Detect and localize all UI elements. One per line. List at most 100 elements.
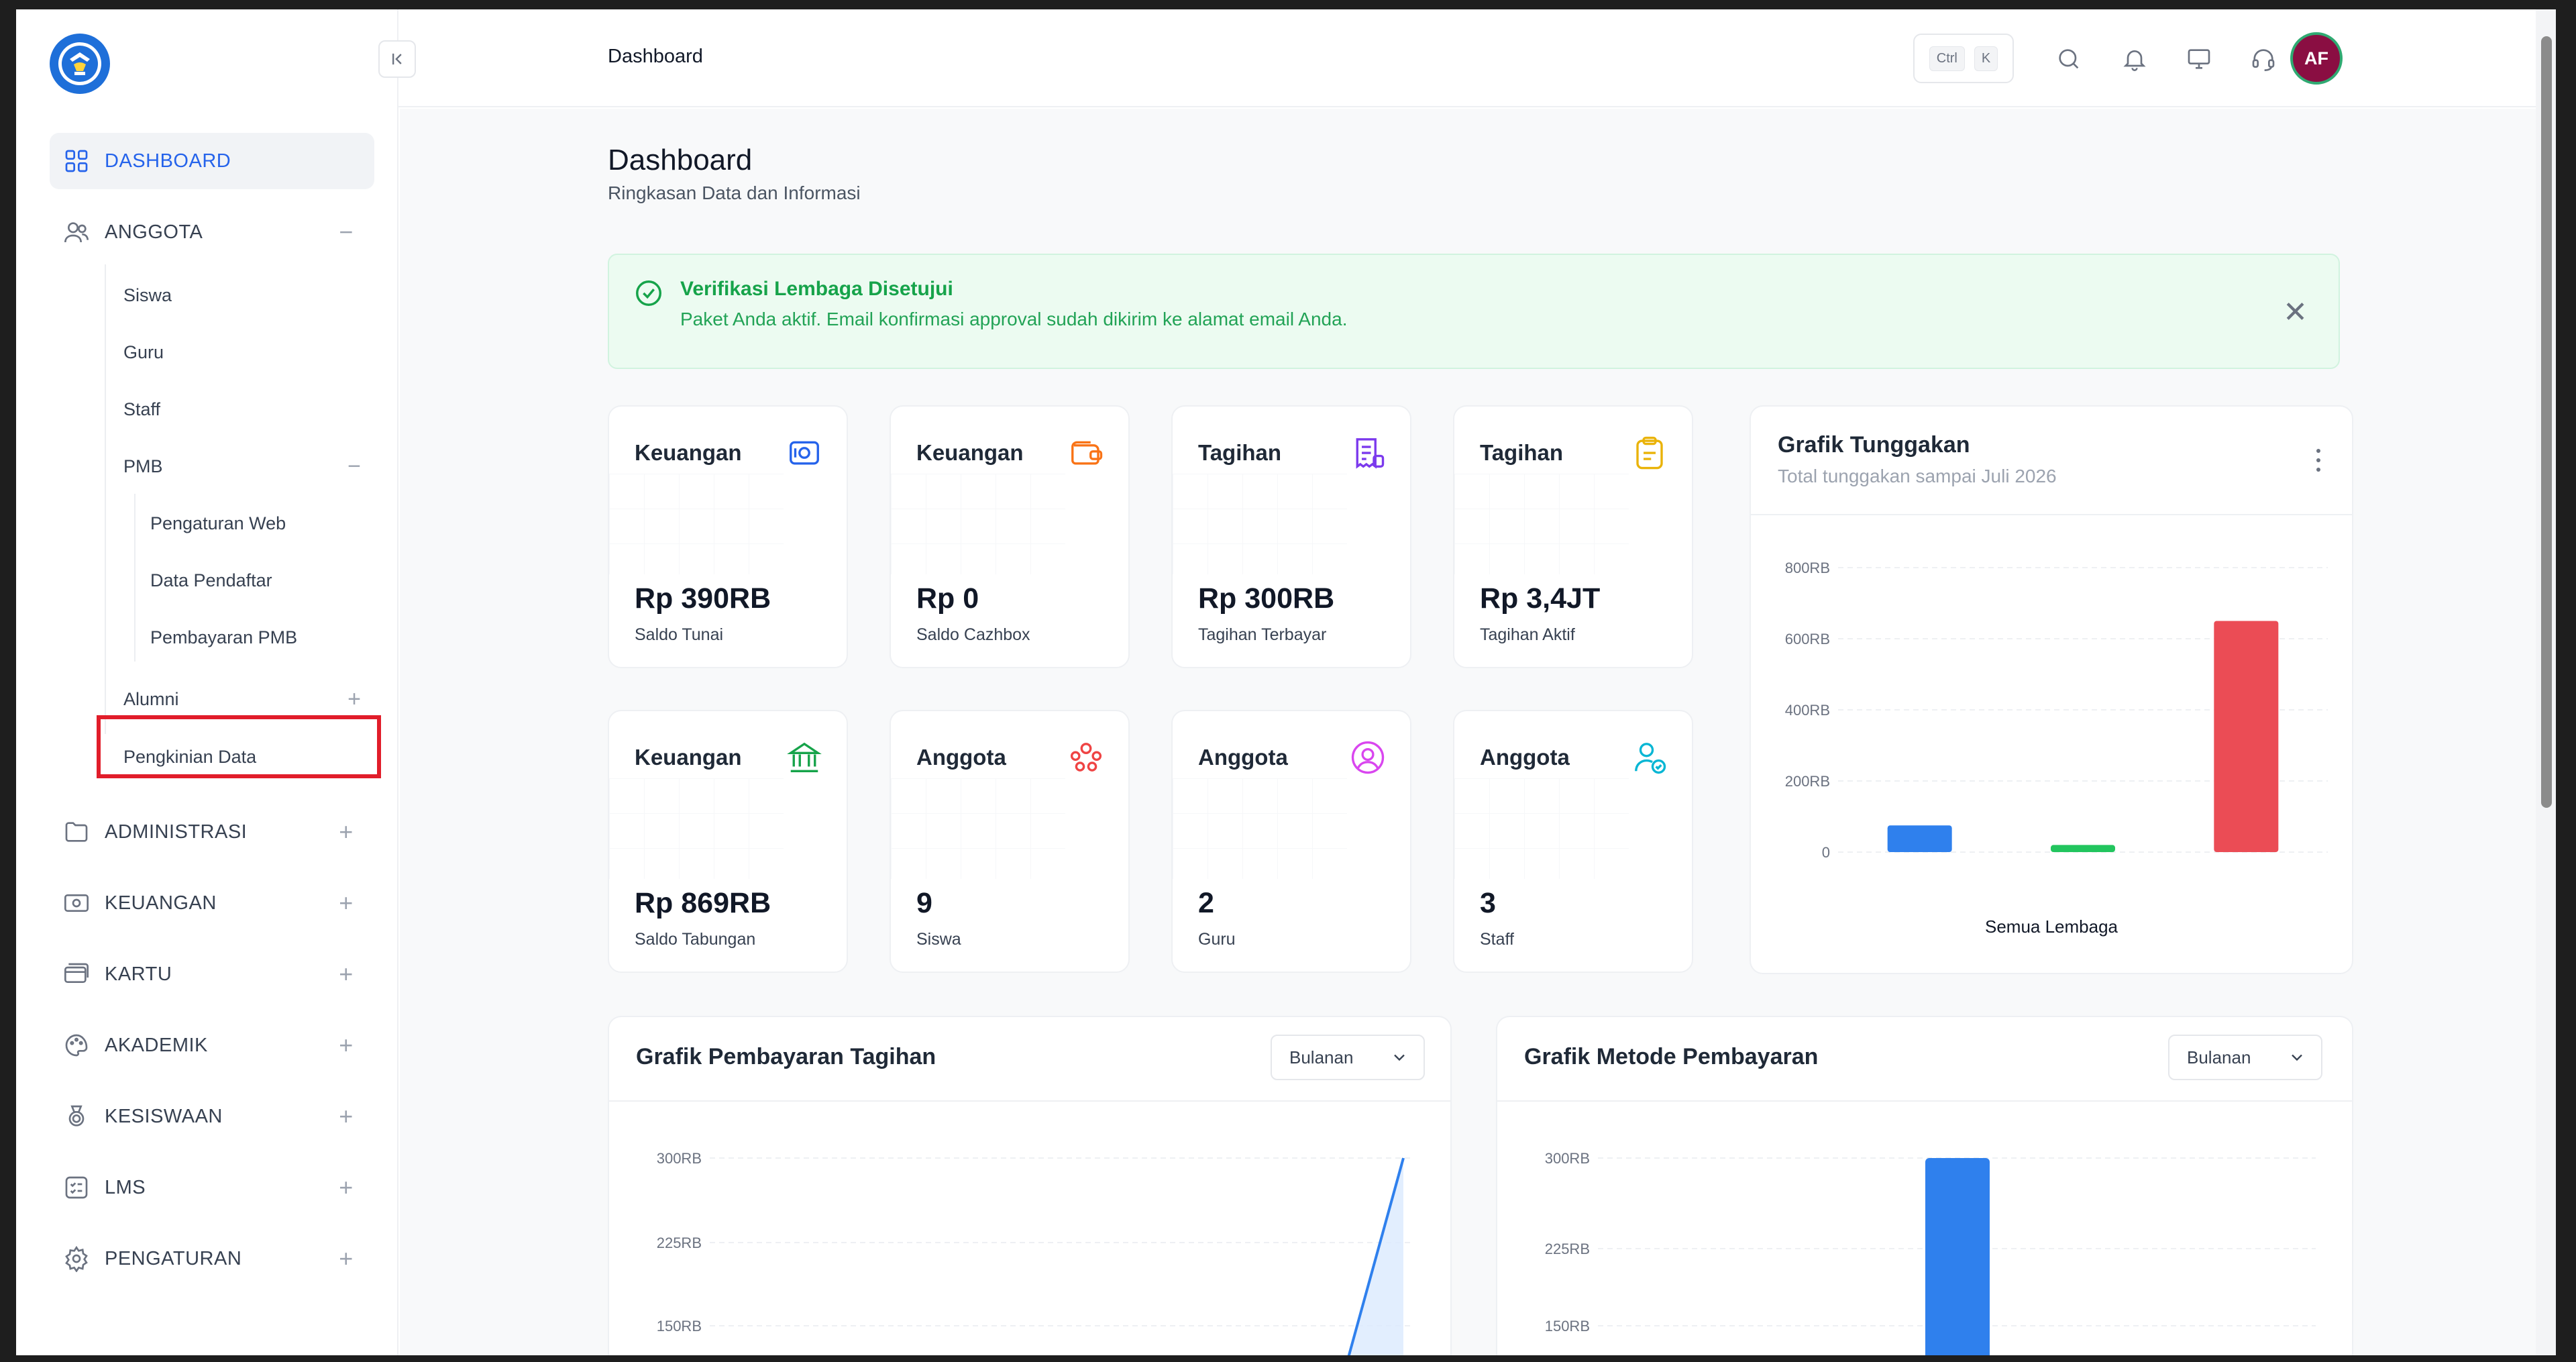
expand-toggle-icon[interactable]: + [331, 1031, 361, 1060]
y-tick-label: 225RB [657, 1235, 702, 1251]
wallet-icon [1068, 435, 1104, 471]
sidebar-item-label: Data Pendaftar [150, 570, 272, 590]
divider [609, 1100, 1450, 1102]
y-tick-label: 0 [1822, 844, 1830, 861]
sidebar-item-keuangan[interactable]: KEUANGAN + [50, 875, 374, 931]
sidebar-subitem-guru[interactable]: Guru [123, 332, 164, 372]
more-options-icon[interactable] [2314, 447, 2322, 474]
stat-card[interactable]: Tagihan Rp 300RB Tagihan Terbayar [1171, 405, 1411, 668]
expand-toggle-icon[interactable]: + [331, 1244, 361, 1273]
page-title: Dashboard [608, 144, 753, 176]
card-label: Keuangan [635, 440, 742, 465]
sidebar-subitem-pengaturan-web[interactable]: Pengaturan Web [150, 503, 286, 543]
sidebar-item-kesiswaan[interactable]: KESISWAAN + [50, 1088, 374, 1145]
page-subtitle: Ringkasan Data dan Informasi [608, 182, 861, 203]
sidebar-item-label: LMS [105, 1176, 146, 1198]
sidebar-item-pengaturan[interactable]: PENGATURAN + [50, 1230, 374, 1287]
panel-title: Grafik Pembayaran Tagihan [636, 1044, 936, 1069]
search-icon[interactable] [2050, 40, 2088, 78]
sidebar-item-kartu[interactable]: KARTU + [50, 946, 374, 1002]
pembayaran-panel: Grafik Pembayaran Tagihan Bulanan 150RB 2… [608, 1016, 1452, 1355]
card-caption: Staff [1480, 930, 1514, 949]
stat-card[interactable]: Anggota 9 Siswa [890, 710, 1130, 973]
x-tick-label: Uang Kas [2214, 861, 2279, 863]
collapse-toggle-icon[interactable]: − [331, 217, 361, 247]
bell-icon[interactable] [2116, 40, 2153, 78]
card-value: 9 [916, 887, 932, 919]
expand-toggle-icon[interactable]: + [331, 1173, 361, 1202]
stat-card[interactable]: Tagihan Rp 3,4JT Tagihan Aktif [1453, 405, 1693, 668]
y-tick-label: 800RB [1785, 560, 1830, 576]
user-circle-icon [1350, 739, 1386, 776]
sidebar-item-dashboard[interactable]: DASHBOARD [50, 133, 374, 189]
sidebar-subitem-siswa[interactable]: Siswa [123, 275, 172, 315]
shortcut-key-k: K [1974, 46, 1998, 71]
card-caption: Guru [1198, 930, 1236, 949]
collapse-left-icon [392, 53, 402, 65]
sidebar-subitem-pembayaran-pmb[interactable]: Pembayaran PMB [150, 617, 297, 658]
palette-icon [62, 1031, 91, 1060]
expand-toggle-icon[interactable]: + [331, 817, 361, 847]
expand-toggle-icon[interactable]: + [339, 686, 369, 713]
scrollbar-thumb[interactable] [2541, 36, 2552, 808]
main-content: Dashboard Ringkasan Data dan Informasi V… [400, 109, 2536, 1355]
expand-toggle-icon[interactable]: + [331, 1102, 361, 1131]
monitor-icon[interactable] [2180, 40, 2218, 78]
group-icon [1068, 739, 1104, 776]
app-logo[interactable] [50, 34, 110, 94]
headset-icon[interactable] [2245, 40, 2282, 78]
metode-chart: 150RB 225RB 300RB [1545, 1150, 2316, 1355]
sidebar-item-administrasi[interactable]: ADMINISTRASI + [50, 804, 374, 860]
period-select[interactable]: Bulanan [1271, 1035, 1425, 1080]
sidebar-subitem-data-pendaftar[interactable]: Data Pendaftar [150, 560, 272, 600]
metode-panel: Grafik Metode Pembayaran Bulanan 150RB 22… [1496, 1016, 2353, 1355]
tunggakan-chart: 0 200RB 400RB 600RB 800RB Denda 1 Denda 2 Uang … [1785, 560, 2328, 863]
stat-card[interactable]: Keuangan Rp 0 Saldo Cazhbox [890, 405, 1130, 668]
sidebar-subitem-pmb[interactable]: PMB − [123, 446, 368, 486]
sidebar-item-label: ADMINISTRASI [105, 821, 248, 843]
y-tick-label: 225RB [1545, 1241, 1590, 1257]
tunggakan-panel: Grafik Tunggakan Total tunggakan sampai … [1750, 405, 2353, 974]
card-value: Rp 300RB [1198, 582, 1335, 615]
stat-card[interactable]: Anggota 2 Guru [1171, 710, 1411, 973]
page-scrollbar[interactable] [2536, 9, 2556, 1355]
card-caption: Siswa [916, 930, 961, 949]
bar [2051, 845, 2115, 852]
sidebar-item-label: Siswa [123, 284, 172, 305]
period-select[interactable]: Bulanan [2168, 1035, 2322, 1080]
stat-card[interactable]: Keuangan Rp 390RB Saldo Tunai [608, 405, 848, 668]
expand-toggle-icon[interactable]: + [331, 888, 361, 918]
sidebar-item-label: Pengaturan Web [150, 513, 286, 533]
stat-card[interactable]: Anggota 3 Staff [1453, 710, 1693, 973]
y-tick-label: 200RB [1785, 773, 1830, 790]
app-window: DASHBOARD ANGGOTA − Siswa Guru Staff PMB… [16, 9, 2556, 1355]
shortcut-key-ctrl: Ctrl [1929, 46, 1965, 71]
sidebar-item-akademik[interactable]: AKADEMIK + [50, 1017, 374, 1073]
submenu-line [134, 494, 136, 662]
sidebar-item-anggota[interactable]: ANGGOTA − [50, 204, 374, 260]
card-decoration [1173, 778, 1347, 879]
clipboard-icon [1631, 435, 1668, 471]
card-caption: Tagihan Aktif [1480, 625, 1575, 644]
bar [1925, 1158, 1990, 1355]
expand-toggle-icon[interactable]: + [331, 959, 361, 989]
card-decoration [1454, 778, 1629, 879]
top-bar: Dashboard Ctrl K AF [398, 9, 2556, 107]
select-value: Bulanan [1289, 1047, 1354, 1067]
stat-card[interactable]: Keuangan Rp 869RB Saldo Tabungan [608, 710, 848, 973]
y-tick-label: 150RB [657, 1318, 702, 1334]
sidebar-collapse-button[interactable] [378, 40, 416, 78]
checklist-icon [62, 1173, 91, 1202]
sidebar-subitem-alumni[interactable]: Alumni + [123, 679, 368, 719]
avatar[interactable]: AF [2290, 32, 2343, 85]
user-check-icon [1631, 739, 1668, 776]
sidebar-item-label: ANGGOTA [105, 221, 203, 243]
sidebar-item-lms[interactable]: LMS + [50, 1159, 374, 1216]
close-icon[interactable]: ✕ [2283, 295, 2308, 329]
command-search-shortcut[interactable]: Ctrl K [1913, 34, 2014, 83]
sidebar-subitem-staff[interactable]: Staff [123, 389, 160, 429]
highlight-box [97, 715, 381, 778]
x-tick-label: Denda 1 [1892, 861, 1947, 863]
chart-footer-label: Semua Lembaga [1984, 916, 2118, 937]
collapse-toggle-icon[interactable]: − [339, 454, 369, 480]
